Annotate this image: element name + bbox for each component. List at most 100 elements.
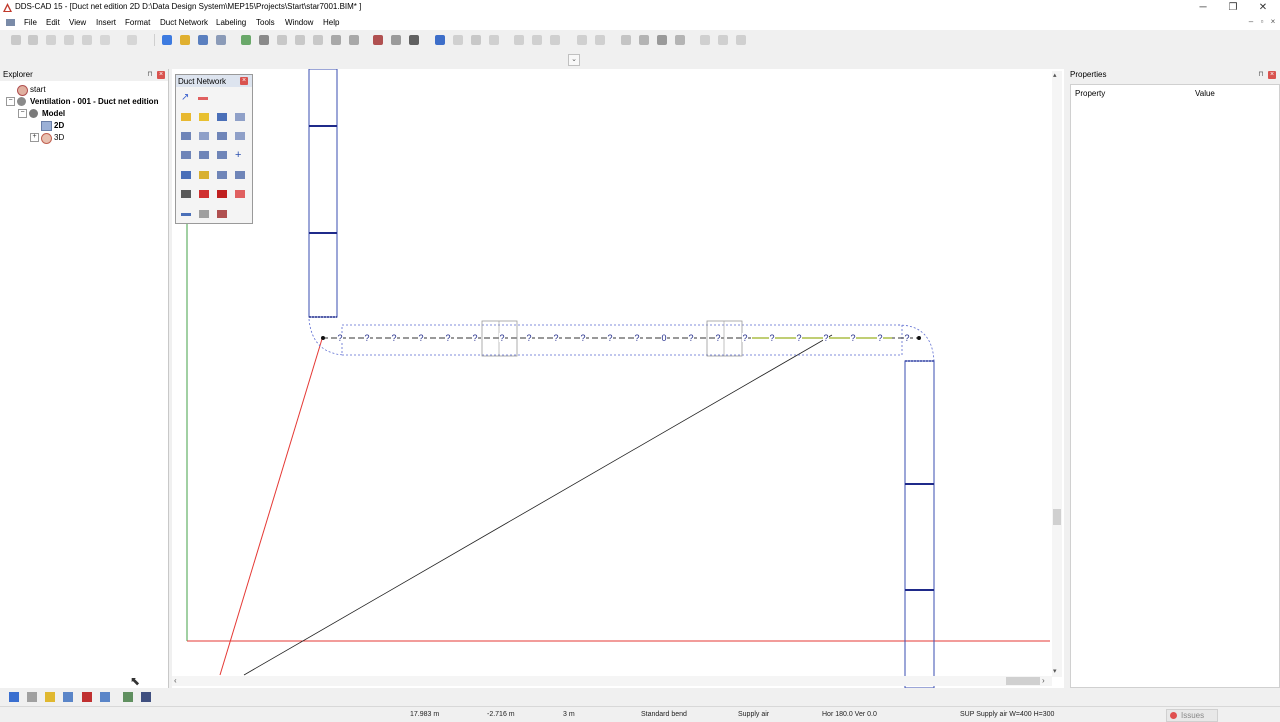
menu-tools[interactable]: Tools xyxy=(256,18,275,27)
fire-damper-icon[interactable] xyxy=(199,190,209,198)
move-icon[interactable] xyxy=(489,35,499,45)
menu-insert[interactable]: Insert xyxy=(96,18,116,27)
report-icon[interactable] xyxy=(700,35,710,45)
visibility-icon[interactable] xyxy=(331,35,341,45)
silencer-icon[interactable] xyxy=(235,171,245,179)
ortho-icon[interactable] xyxy=(9,692,19,702)
document-menu-icon[interactable] xyxy=(6,19,15,26)
pin-icon[interactable]: ⊓ xyxy=(146,71,154,79)
arrow-icon[interactable]: ↗ xyxy=(181,93,191,103)
snap-icon[interactable] xyxy=(216,35,226,45)
palette-close-icon[interactable]: × xyxy=(240,77,248,85)
collapse-icon[interactable]: − xyxy=(18,109,27,118)
duct-straight-icon[interactable] xyxy=(181,132,191,140)
mdi-minimize-button[interactable]: ‒ xyxy=(1246,17,1256,27)
tree-root[interactable]: start xyxy=(30,85,46,94)
heater-icon[interactable] xyxy=(199,171,209,179)
restore-button[interactable]: ❐ xyxy=(1218,0,1248,15)
view-front-icon[interactable] xyxy=(313,35,323,45)
scroll-thumb-horizontal[interactable] xyxy=(1006,677,1040,685)
connect-icon[interactable] xyxy=(435,35,445,45)
drawing-canvas[interactable]: ???????????? 0????????? xyxy=(172,69,1064,688)
render-icon[interactable] xyxy=(349,35,359,45)
scroll-up-icon[interactable]: ▴ xyxy=(1053,71,1057,79)
dimension-icon[interactable] xyxy=(373,35,383,45)
snap-toggle-icon[interactable] xyxy=(45,692,55,702)
cross-icon[interactable]: + xyxy=(235,150,245,161)
menu-window[interactable]: Window xyxy=(285,18,313,27)
tree-view-2d[interactable]: 2D xyxy=(54,121,64,130)
align-icon[interactable] xyxy=(409,35,419,45)
rotate-icon[interactable] xyxy=(471,35,481,45)
menu-format[interactable]: Format xyxy=(125,18,150,27)
duct-tee-icon[interactable] xyxy=(217,132,227,140)
menu-edit[interactable]: Edit xyxy=(46,18,60,27)
damper-icon[interactable] xyxy=(235,113,245,121)
supply-terminal-icon[interactable] xyxy=(181,113,191,121)
horizontal-scrollbar[interactable]: ‹ › xyxy=(172,676,1052,686)
grid-icon[interactable] xyxy=(532,35,542,45)
person-tool-icon[interactable] xyxy=(217,190,227,198)
zoom-all-icon[interactable] xyxy=(259,35,269,45)
duct-cap-icon[interactable] xyxy=(235,132,245,140)
connector-icon[interactable] xyxy=(198,97,208,100)
issues-button[interactable]: Issues xyxy=(1166,709,1218,722)
tag-icon[interactable] xyxy=(639,35,649,45)
vertical-scrollbar[interactable]: ▴ ▾ xyxy=(1052,71,1062,677)
close-window-button[interactable]: ✕ xyxy=(1248,0,1278,15)
tree-model[interactable]: Model xyxy=(42,109,65,118)
properties-close-icon[interactable]: × xyxy=(1268,71,1276,79)
flow-icon[interactable] xyxy=(577,35,587,45)
scroll-right-icon[interactable]: › xyxy=(1042,676,1045,685)
layer-toggle-icon[interactable] xyxy=(63,692,73,702)
red-line-icon[interactable] xyxy=(82,692,92,702)
menu-help[interactable]: Help xyxy=(323,18,339,27)
list-icon[interactable] xyxy=(621,35,631,45)
grid-toggle-icon[interactable] xyxy=(27,692,37,702)
label-tool-icon[interactable] xyxy=(235,190,245,198)
calc-tool-icon[interactable] xyxy=(217,210,227,218)
redo-icon[interactable] xyxy=(127,35,137,45)
mdi-close-button[interactable]: × xyxy=(1268,17,1278,27)
toolbar-expand-icon[interactable]: ⌄ xyxy=(568,54,580,66)
table-icon[interactable] xyxy=(550,35,560,45)
dimension-tool-icon[interactable] xyxy=(181,190,191,198)
collapse-icon[interactable]: − xyxy=(6,97,15,106)
check-icon[interactable] xyxy=(675,35,685,45)
split-icon[interactable] xyxy=(453,35,463,45)
home-icon[interactable] xyxy=(514,35,524,45)
duct-offset-icon[interactable] xyxy=(199,151,209,159)
copy-icon[interactable] xyxy=(46,35,56,45)
list-tool-icon[interactable] xyxy=(199,210,209,218)
angle-icon[interactable] xyxy=(100,692,110,702)
tree-view-3d[interactable]: 3D xyxy=(54,133,64,142)
close-view-icon[interactable] xyxy=(141,692,151,702)
print-icon[interactable] xyxy=(64,35,74,45)
new-icon[interactable] xyxy=(11,35,21,45)
zoom-window-icon[interactable] xyxy=(241,35,251,45)
select-mode-icon[interactable] xyxy=(162,35,172,45)
preview-icon[interactable] xyxy=(82,35,92,45)
export-icon[interactable] xyxy=(718,35,728,45)
line-tool-icon[interactable] xyxy=(181,213,191,216)
expand-icon[interactable]: + xyxy=(30,133,39,142)
save-icon[interactable] xyxy=(28,35,38,45)
zoom-previous-icon[interactable] xyxy=(295,35,305,45)
frame-icon[interactable] xyxy=(123,692,133,702)
duct-reducer-icon[interactable] xyxy=(199,132,209,140)
exhaust-terminal-icon[interactable] xyxy=(199,113,209,121)
layer-icon[interactable] xyxy=(198,35,208,45)
fan-icon[interactable] xyxy=(181,171,191,179)
undo-icon[interactable] xyxy=(100,35,110,45)
tree-project[interactable]: Ventilation - 001 - Duct net edition xyxy=(30,97,158,106)
scroll-down-icon[interactable]: ▾ xyxy=(1053,667,1057,675)
menu-file[interactable]: File xyxy=(24,18,37,27)
duct-bend-icon[interactable] xyxy=(181,151,191,159)
person-icon[interactable] xyxy=(657,35,667,45)
calc-icon[interactable] xyxy=(595,35,605,45)
box-icon[interactable] xyxy=(217,113,227,121)
pan-icon[interactable] xyxy=(180,35,190,45)
mdi-restore-button[interactable]: ▫ xyxy=(1257,17,1267,27)
scroll-left-icon[interactable]: ‹ xyxy=(174,676,177,685)
explorer-close-icon[interactable]: × xyxy=(157,71,165,79)
